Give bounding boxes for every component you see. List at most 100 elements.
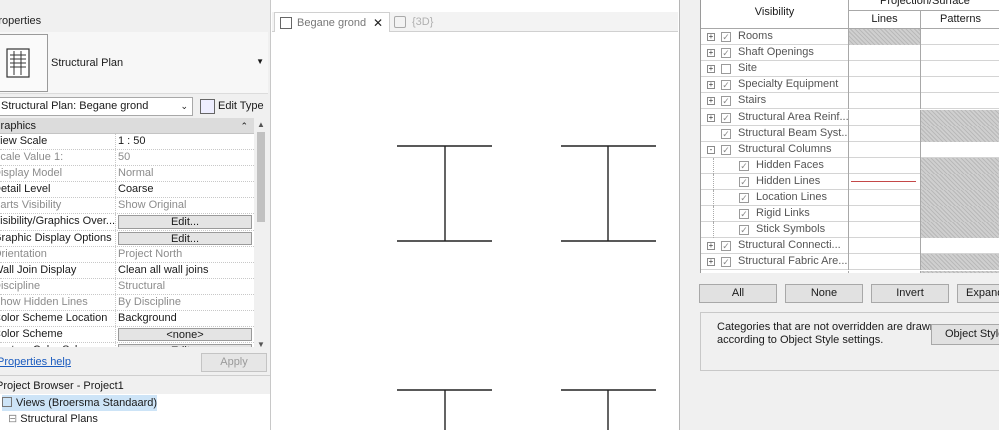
visibility-checkbox[interactable]: ✓ [739, 176, 749, 187]
visibility-checkbox[interactable]: ✓ [739, 209, 749, 220]
collapse-icon[interactable]: - [707, 145, 715, 154]
category-row[interactable]: + ✓ Rooms [701, 29, 999, 46]
expand-icon[interactable]: + [707, 65, 715, 74]
property-row[interactable]: DisciplineStructural [0, 278, 254, 295]
category-row[interactable]: - ✓ Structural Columns [701, 141, 999, 158]
visibility-checkbox[interactable]: ✓ [739, 160, 749, 171]
lines-override-cell[interactable] [849, 238, 921, 255]
visibility-checkbox[interactable]: ✓ [739, 225, 749, 236]
instance-selector[interactable]: Structural Plan: Begane grond ⌄ [0, 97, 193, 116]
patterns-override-cell[interactable] [921, 29, 999, 45]
scroll-thumb[interactable] [257, 132, 265, 222]
category-row[interactable]: + ✓ Shaft Openings [701, 45, 999, 62]
expand-icon[interactable]: + [707, 33, 715, 41]
property-row[interactable]: Color Scheme<none> [0, 327, 254, 344]
property-value[interactable]: Coarse [116, 182, 254, 197]
property-value[interactable]: Clean all wall joins [116, 263, 254, 278]
edit-type-button[interactable]: Edit Type [198, 97, 264, 117]
tree-collapse-icon[interactable]: ⊟ [8, 413, 17, 425]
patterns-override-cell[interactable] [921, 157, 999, 174]
properties-scrollbar[interactable]: ▲ ▼ [254, 118, 268, 351]
category-row[interactable]: ✓ Hidden Lines [701, 173, 999, 190]
visibility-checkbox[interactable]: ✓ [721, 96, 731, 107]
visibility-checkbox[interactable]: ✓ [721, 32, 731, 42]
lines-override-cell[interactable] [849, 109, 921, 126]
visibility-checkbox[interactable] [721, 64, 731, 75]
category-row[interactable]: + ✓ Specialty Equipment [701, 77, 999, 94]
expand-icon[interactable]: + [707, 49, 715, 58]
visibility-checkbox[interactable]: ✓ [721, 144, 731, 155]
category-row[interactable]: ✓ Hidden Faces [701, 157, 999, 174]
patterns-override-cell[interactable] [921, 270, 999, 273]
property-row[interactable]: Color Scheme Location Background [0, 311, 254, 328]
lines-override-cell[interactable] [849, 141, 921, 158]
tab-begane-grond[interactable]: Begane grond ✕ [274, 12, 390, 32]
patterns-override-cell[interactable] [921, 254, 999, 271]
expand-icon[interactable]: + [707, 113, 715, 122]
category-row[interactable]: + Site [701, 61, 999, 78]
close-icon[interactable]: ✕ [373, 13, 383, 33]
property-row[interactable]: Visibility/Graphics Over... Edit... [0, 214, 254, 231]
patterns-override-cell[interactable] [921, 190, 999, 206]
visibility-checkbox[interactable]: ✓ [721, 128, 731, 139]
tree-item-structural-plans[interactable]: ⊟ Structural Plans [8, 411, 98, 427]
lines-override-cell[interactable] [849, 93, 921, 110]
expand-icon[interactable]: + [707, 97, 715, 106]
category-row[interactable]: + ✓ Structural Area Reinf... [701, 109, 999, 126]
category-row[interactable]: + ✓ Stairs [701, 93, 999, 110]
lines-override-cell[interactable] [849, 190, 921, 206]
category-row[interactable]: +✓Structural Fabric Rei... [701, 270, 999, 273]
visibility-checkbox[interactable]: ✓ [739, 193, 749, 203]
lines-override-cell[interactable] [849, 254, 921, 271]
property-row[interactable]: Wall Join Display Clean all wall joins [0, 262, 254, 279]
property-row[interactable]: Detail LevelCoarse [0, 182, 254, 199]
none-button[interactable]: None [785, 284, 863, 303]
patterns-override-cell[interactable] [921, 109, 999, 126]
property-edit-button[interactable]: Edit... [118, 344, 252, 347]
expand-icon[interactable]: + [707, 242, 715, 251]
property-edit-button[interactable]: <none> [118, 328, 252, 342]
category-row[interactable]: ✓ Rigid Links [701, 206, 999, 223]
patterns-override-cell[interactable] [921, 222, 999, 239]
lines-override-cell[interactable] [849, 173, 921, 190]
category-row[interactable]: + ✓ Structural Fabric Are... [701, 254, 999, 271]
lines-override-cell[interactable] [849, 125, 921, 142]
patterns-override-cell[interactable] [921, 125, 999, 142]
patterns-override-cell[interactable] [921, 238, 999, 254]
property-edit-button[interactable]: Edit... [118, 231, 252, 245]
category-row[interactable]: + ✓ Structural Connecti... [701, 238, 999, 255]
lines-override-cell[interactable] [849, 77, 921, 94]
property-row[interactable]: Graphic Display Options Edit... [0, 230, 254, 247]
property-row[interactable]: Display ModelNormal [0, 166, 254, 183]
all-button[interactable]: All [699, 284, 777, 303]
visibility-checkbox[interactable]: ✓ [721, 257, 731, 268]
patterns-override-cell[interactable] [921, 77, 999, 93]
visibility-checkbox[interactable]: ✓ [721, 241, 731, 252]
type-selector[interactable]: Structural Plan ▼ [0, 32, 268, 94]
type-dropdown-icon[interactable]: ▼ [256, 57, 264, 66]
patterns-override-cell[interactable] [921, 142, 999, 158]
property-edit-button[interactable]: Edit... [118, 215, 252, 229]
patterns-override-cell[interactable] [921, 45, 999, 61]
group-header-graphics[interactable]: Graphics ⌃ [0, 118, 254, 134]
lines-override-cell[interactable] [849, 270, 921, 273]
property-value[interactable]: Background [116, 311, 254, 326]
property-row[interactable]: System Color SchemesEdit... [0, 343, 254, 347]
lines-override-cell[interactable] [849, 206, 921, 223]
property-row[interactable]: Show Hidden Lines By Discipline [0, 294, 254, 312]
visibility-checkbox[interactable]: ✓ [721, 80, 731, 91]
property-row[interactable]: Scale Value 1: 50 [0, 150, 254, 167]
property-value[interactable]: 1 : 50 [116, 134, 254, 149]
lines-override-cell[interactable] [849, 29, 921, 45]
category-row[interactable]: ✓ Structural Beam Syst... [701, 125, 999, 142]
properties-help-link[interactable]: Properties help [0, 356, 71, 368]
drawing-canvas[interactable] [272, 33, 678, 430]
property-row[interactable]: OrientationProject North [0, 246, 254, 263]
scroll-down-icon[interactable]: ▼ [257, 340, 265, 349]
expand-icon[interactable]: + [707, 81, 715, 90]
expand-icon[interactable]: + [707, 258, 715, 267]
lines-override-cell[interactable] [849, 157, 921, 174]
patterns-override-cell[interactable] [921, 206, 999, 223]
collapse-icon[interactable]: ⌃ [240, 118, 248, 134]
scroll-up-icon[interactable]: ▲ [257, 120, 265, 129]
